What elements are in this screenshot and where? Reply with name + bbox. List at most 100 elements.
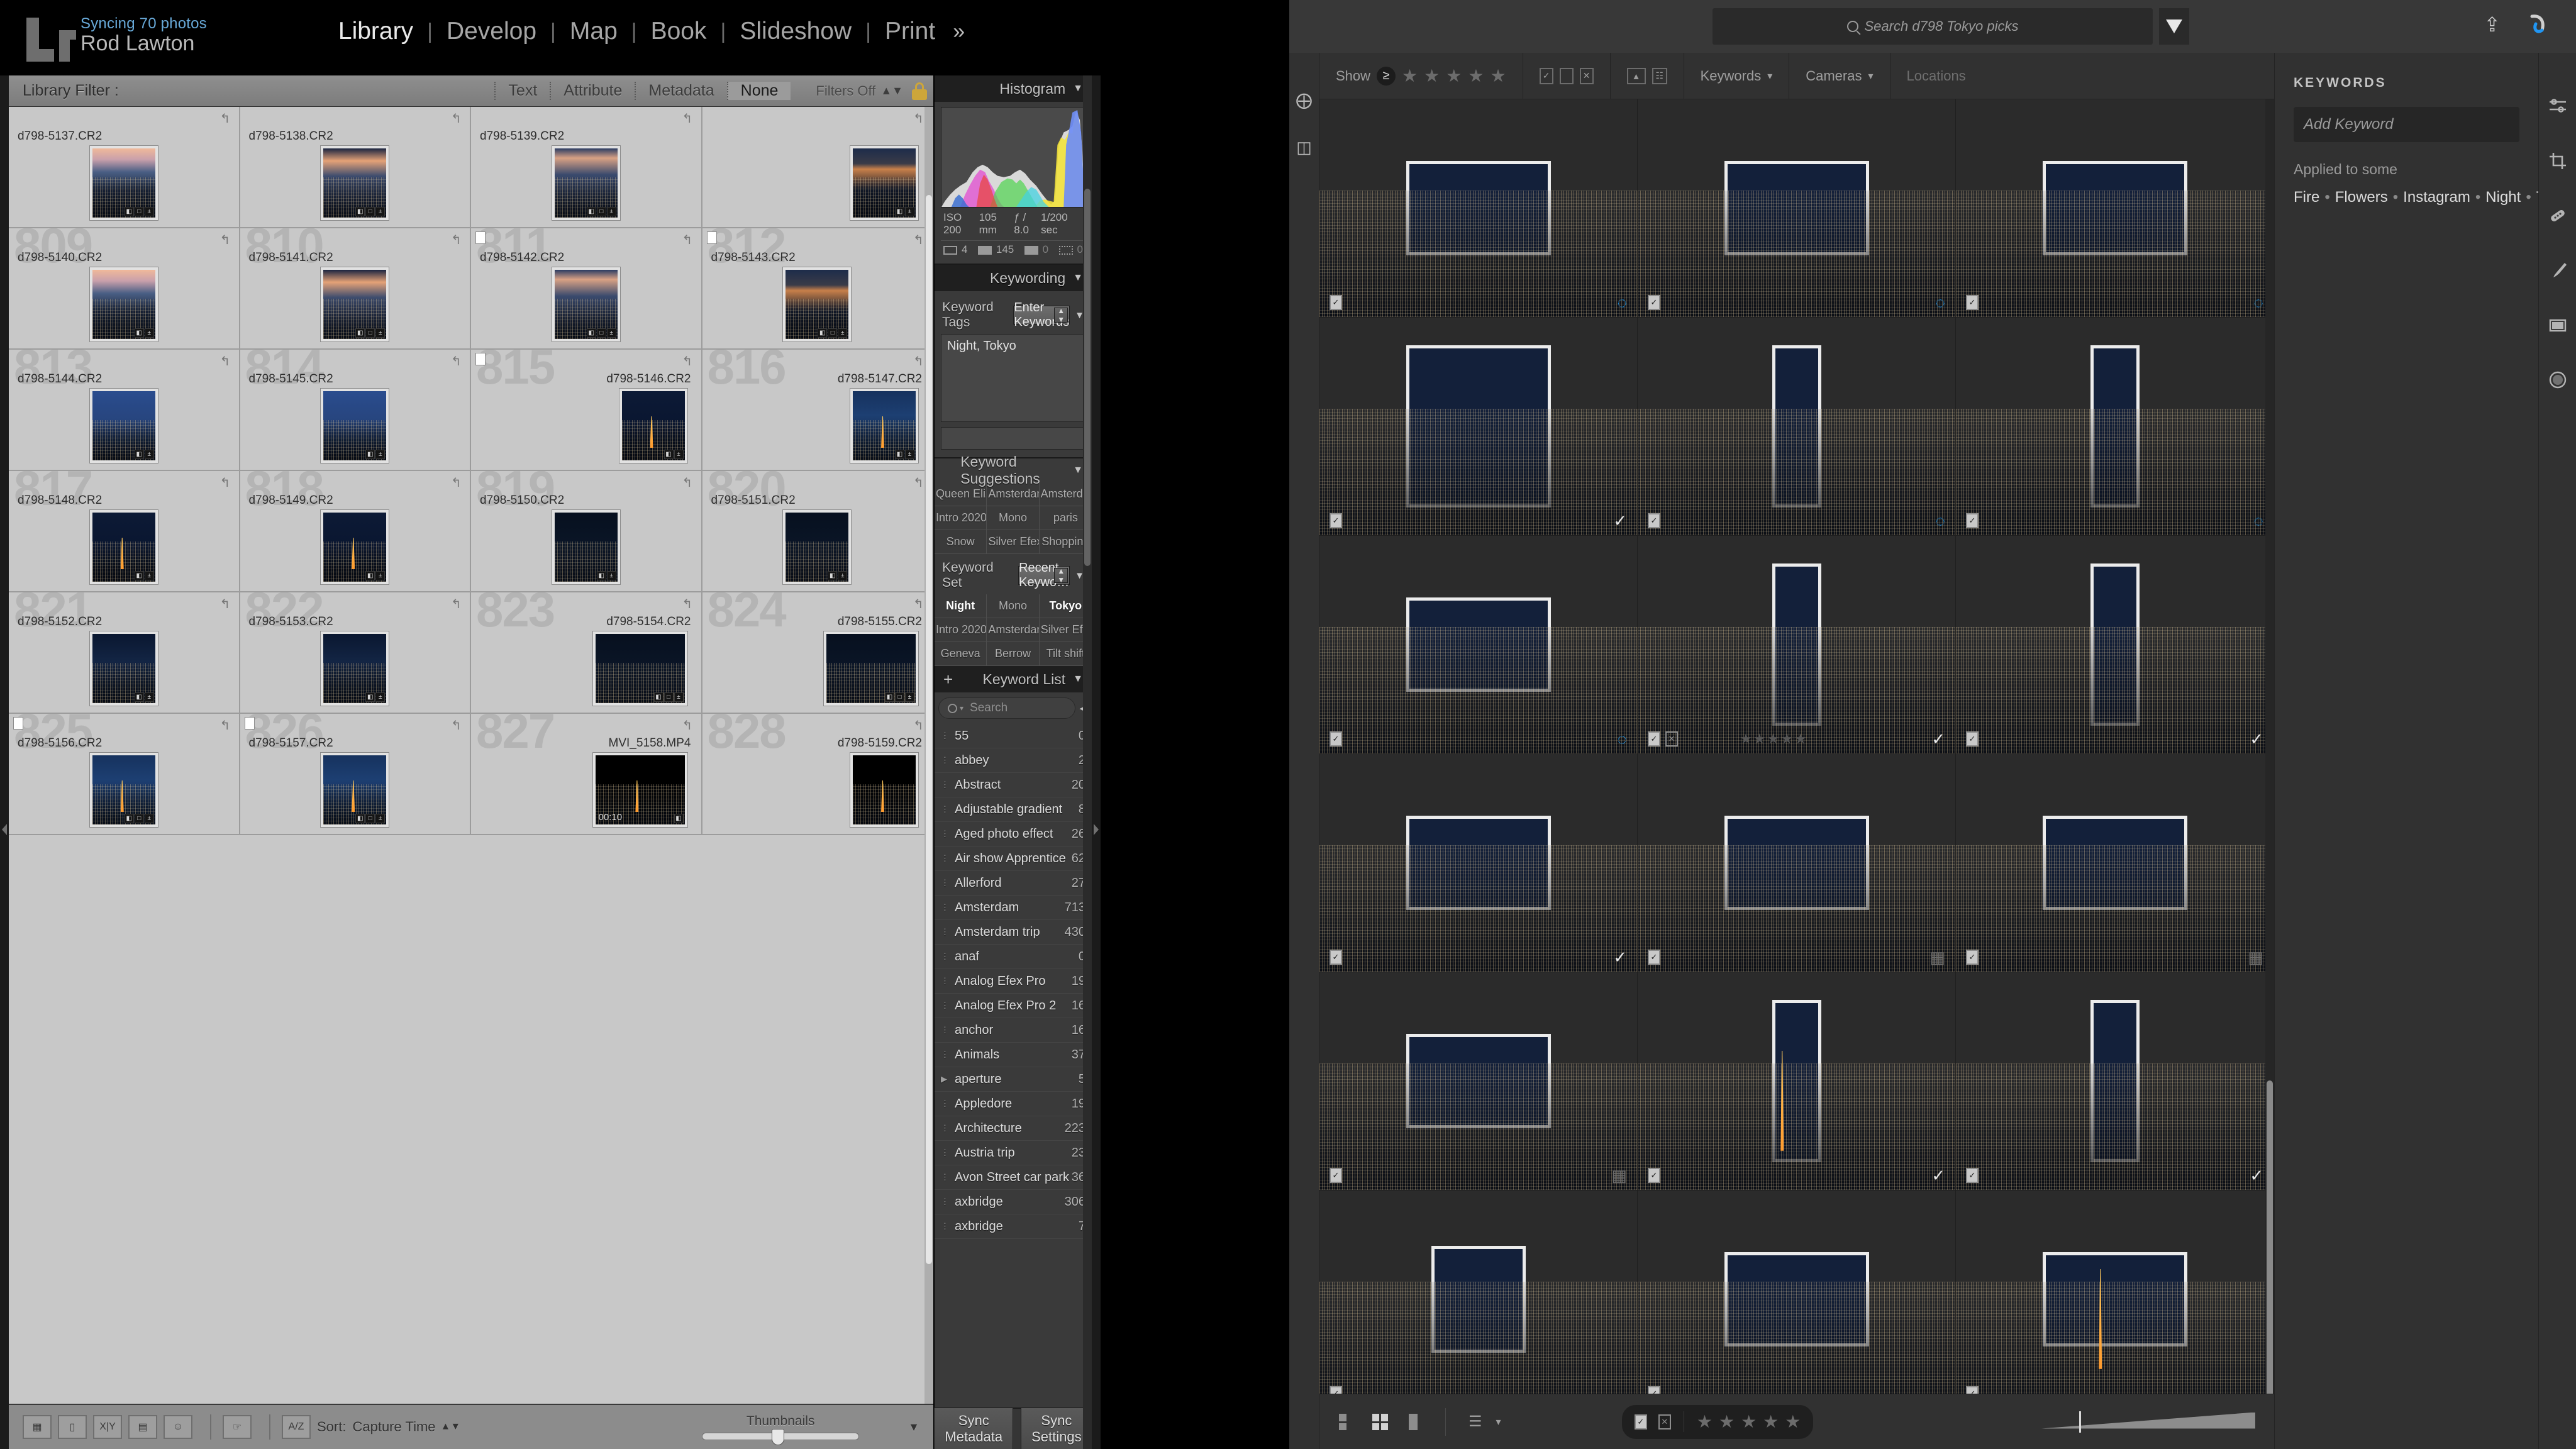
star-rating-icon[interactable]: ★ bbox=[1785, 1411, 1801, 1432]
brush-icon[interactable] bbox=[2548, 261, 2567, 283]
grid-cell[interactable]: 819 ↰ d798-5150.CR2 ◧ ± bbox=[471, 471, 702, 592]
filters-stepper-icon[interactable]: ▲▼ bbox=[880, 84, 903, 97]
cell-thumbnail[interactable]: ◧ ± bbox=[321, 631, 389, 706]
module-print[interactable]: Print bbox=[871, 18, 949, 45]
grid-cell[interactable]: ↰ d798-5139.CR2 ◧ □ ± bbox=[471, 107, 702, 228]
disclosure-triangle-icon[interactable]: ⋮ bbox=[941, 731, 955, 741]
keyword-list-item[interactable]: ⋮ Analog Efex Pro 2 16 bbox=[935, 994, 1092, 1018]
disclosure-triangle-icon[interactable]: ⋮ bbox=[941, 878, 955, 888]
cc-locations-button[interactable]: Locations bbox=[1890, 53, 1982, 99]
flag-rejected-icon[interactable]: ✕ bbox=[1665, 731, 1678, 747]
flag-picked-icon[interactable]: ✓ bbox=[1330, 295, 1342, 310]
keyword-set-item[interactable]: Mono bbox=[987, 594, 1040, 618]
add-photos-icon[interactable]: ⨁ bbox=[1296, 91, 1313, 110]
flag-rejected-icon[interactable]: ✕ bbox=[1658, 1414, 1671, 1430]
sync-settings-button[interactable]: Sync Settings bbox=[1021, 1407, 1092, 1449]
disclosure-triangle-icon[interactable]: ⋮ bbox=[941, 853, 955, 863]
keyword-suggestion[interactable]: Amsterdam bbox=[987, 482, 1040, 506]
flag-picked-icon[interactable]: ✓ bbox=[1539, 67, 1553, 84]
video-icon[interactable]: ☷ bbox=[1652, 67, 1667, 84]
badge-dev[interactable]: ± bbox=[144, 450, 154, 459]
flag-picked-icon[interactable]: ✓ bbox=[1966, 1386, 1979, 1394]
cell-thumbnail[interactable]: ◧ ± bbox=[89, 510, 158, 584]
cc-thumbnail[interactable] bbox=[1319, 1246, 1637, 1394]
disclosure-triangle-icon[interactable]: ⋮ bbox=[941, 1099, 955, 1109]
keyword-suggestions-header[interactable]: + Keyword Suggestions ▼ bbox=[935, 453, 1092, 487]
badge-dev[interactable]: ± bbox=[375, 571, 386, 580]
flag-picked-icon[interactable]: ✓ bbox=[1648, 513, 1660, 528]
badge-dev[interactable]: ± bbox=[905, 692, 914, 702]
filter-tab-text[interactable]: Text bbox=[494, 82, 550, 100]
filters-state-label[interactable]: Filters Off bbox=[816, 83, 875, 99]
chevron-down-icon[interactable]: ▾ bbox=[960, 704, 963, 713]
add-keyword-plus-icon[interactable]: + bbox=[943, 671, 953, 687]
keyword-suggestion[interactable]: Snow bbox=[935, 530, 987, 554]
cc-scrollbar-thumb[interactable] bbox=[2267, 1080, 2273, 1394]
share-icon[interactable]: ⇪ bbox=[2484, 13, 2501, 36]
cell-thumbnail[interactable]: ◧ ± bbox=[321, 389, 389, 463]
badge-crop[interactable]: ◧ bbox=[124, 814, 134, 823]
keyword-list-item[interactable]: ⋮ Analog Efex Pro 19 bbox=[935, 969, 1092, 994]
star-rating-icon[interactable]: ★ bbox=[1763, 1411, 1779, 1432]
keyword-set-item[interactable]: Intro 2020 bbox=[935, 618, 987, 642]
painter-spray-can-icon[interactable]: ☞ bbox=[223, 1415, 252, 1439]
grid-cell[interactable]: 811 ↰ d798-5142.CR2 ◧ □ ± bbox=[471, 228, 702, 350]
keyword-list-item[interactable]: ⋮ Allerford 27 bbox=[935, 871, 1092, 896]
cell-thumbnail[interactable]: ◧ □ ± bbox=[321, 753, 389, 827]
keyword-list-item[interactable]: ⋮ 55 0 bbox=[935, 724, 1092, 748]
keyword-list-header[interactable]: + Keyword List ▼ bbox=[935, 666, 1092, 692]
badge-crop[interactable]: ◧ bbox=[663, 450, 674, 459]
flag-picked-icon[interactable]: ✓ bbox=[1330, 731, 1342, 747]
flag-picked-icon[interactable]: ✓ bbox=[1648, 950, 1660, 965]
badge-dev[interactable]: ± bbox=[375, 328, 386, 338]
rotate-icon[interactable]: ↰ bbox=[682, 475, 696, 490]
applied-keyword[interactable]: Night bbox=[2485, 189, 2521, 206]
rotate-icon[interactable]: ↰ bbox=[220, 718, 234, 733]
badge-crop[interactable]: ◧ bbox=[365, 692, 375, 702]
grid-cell[interactable]: 822 ↰ d798-5153.CR2 ◧ ± bbox=[240, 592, 471, 714]
chevron-down-icon[interactable]: ▾ bbox=[1496, 1416, 1501, 1428]
keyword-suggestion[interactable]: Mono bbox=[987, 506, 1040, 530]
disclosure-triangle-icon[interactable]: ⋮ bbox=[941, 1050, 955, 1060]
grid-cell[interactable]: 828 ↰ d798-5159.CR2 bbox=[702, 714, 933, 835]
disclosure-triangle-icon[interactable]: ⋮ bbox=[941, 1123, 955, 1133]
disclosure-triangle-icon[interactable]: ▶ bbox=[941, 1074, 955, 1084]
star-rating-icon[interactable]: ★ bbox=[1697, 1411, 1713, 1432]
stepper-icon[interactable]: ▲ ▼ bbox=[1054, 306, 1069, 324]
keyword-list-item[interactable]: ⋮ Abstract 20 bbox=[935, 773, 1092, 797]
keyword-list-item[interactable]: ⋮ Aged photo effect 26 bbox=[935, 822, 1092, 847]
flag-unflagged-icon[interactable] bbox=[1559, 67, 1574, 84]
badge-crop[interactable]: ◧ bbox=[653, 692, 663, 702]
badge-meta[interactable]: □ bbox=[663, 692, 674, 702]
filter-tab-attribute[interactable]: Attribute bbox=[550, 82, 635, 100]
rotate-icon[interactable]: ↰ bbox=[220, 353, 234, 369]
module-map[interactable]: Map bbox=[556, 18, 631, 45]
cell-thumbnail[interactable]: ◧ ± bbox=[321, 510, 389, 584]
module-overflow-icon[interactable]: » bbox=[953, 19, 965, 44]
disclosure-triangle-icon[interactable]: ⋮ bbox=[941, 1025, 955, 1035]
rotate-icon[interactable]: ↰ bbox=[682, 353, 696, 369]
grid-scrollbar[interactable] bbox=[924, 107, 933, 1404]
chevron-down-icon[interactable]: ▼ bbox=[1073, 674, 1083, 685]
badge-crop[interactable]: ◧ bbox=[828, 571, 838, 580]
flag-picked-icon[interactable]: ✓ bbox=[1966, 950, 1979, 965]
cc-grid-cell[interactable]: ✓ ✓ bbox=[1319, 754, 1638, 972]
disclosure-triangle-icon[interactable]: ⋮ bbox=[941, 1172, 955, 1182]
disclosure-triangle-icon[interactable]: ⋮ bbox=[941, 927, 955, 937]
cc-grid-cell[interactable]: ✓ ✓ bbox=[1319, 318, 1638, 536]
grid-cell[interactable]: 827 ↰ MVI_5158.MP4 00:10 ◧ bbox=[471, 714, 702, 835]
rotate-icon[interactable]: ↰ bbox=[682, 232, 696, 247]
keyword-list-item[interactable]: ⋮ Animals 37 bbox=[935, 1043, 1092, 1067]
disclosure-triangle-icon[interactable]: ⋮ bbox=[941, 952, 955, 962]
thumbnail-grid-container[interactable]: ↰ d798-5137.CR2 ◧ □ ± ↰ d798-5138.CR2 ◧ □ ± ↰ d798-… bbox=[9, 107, 933, 1404]
cc-thumbnail[interactable] bbox=[1956, 1252, 2273, 1394]
flag-picked-icon[interactable]: ✓ bbox=[1330, 1386, 1342, 1394]
cc-grid-cell[interactable]: ✓ ✕ ★★★★★ ✓ bbox=[1638, 536, 1956, 754]
grid-cell[interactable]: 821 ↰ d798-5152.CR2 ◧ ± bbox=[9, 592, 240, 714]
cc-grid-cell[interactable]: ✓ ▦ bbox=[1319, 972, 1638, 1191]
badge-meta[interactable]: □ bbox=[596, 207, 606, 216]
disclosure-triangle-icon[interactable]: ⋮ bbox=[941, 829, 955, 839]
keyword-search-input[interactable]: ▾ Search bbox=[938, 697, 1076, 719]
cc-grid-cell[interactable]: ✓ bbox=[1319, 1191, 1638, 1394]
badge-crop[interactable]: ◧ bbox=[124, 207, 134, 216]
